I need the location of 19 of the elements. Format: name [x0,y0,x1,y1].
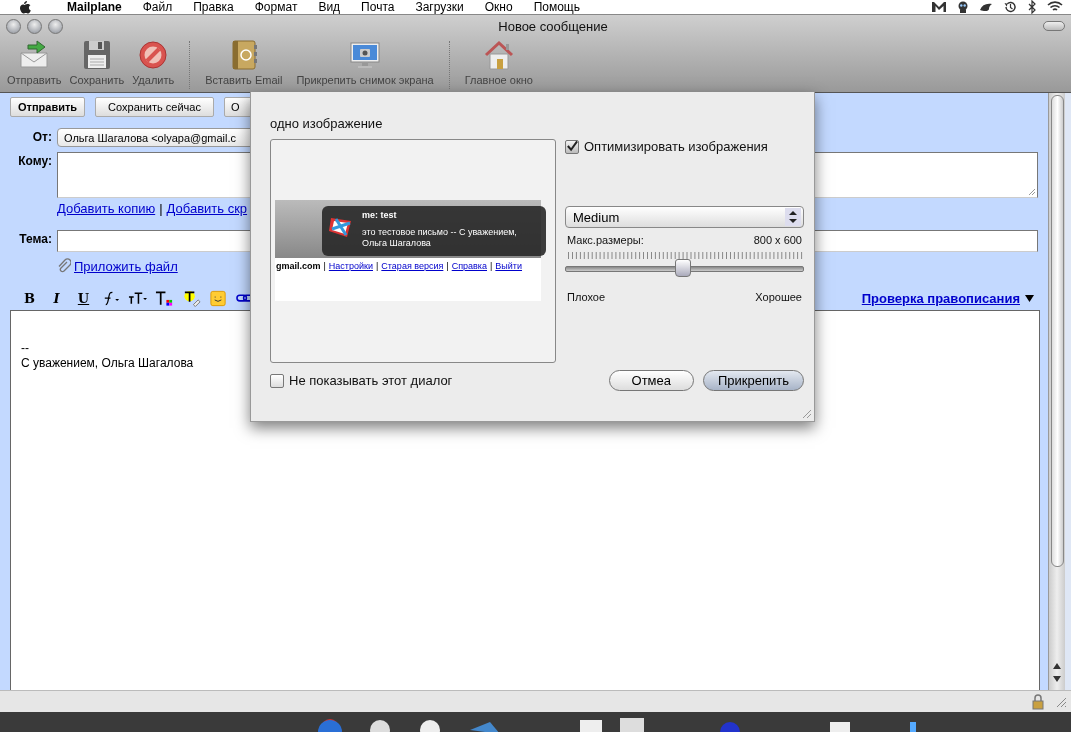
size-value: 800 x 600 [753,234,802,246]
notification-text: это тестовое письмо -- С уважением, Ольга Шагалова [362,227,518,249]
notification-title: me: test [362,210,398,221]
body-text: -- [21,341,30,356]
link-separator: | [490,261,493,271]
domain-text: gmail.com [276,261,321,271]
link-separator: | [376,261,379,271]
field-label: Кому: [17,153,52,170]
link-separator: | [446,261,449,271]
link-separator: | [323,261,326,271]
quality-label: Плохое [567,291,606,303]
field-label: От: [31,129,52,146]
dialog-title: одно изображение [270,116,384,131]
link-separator: | [159,201,163,216]
window-title: Новое сообщение [497,18,609,34]
body-text: С уважением, Ольга Шагалова [21,356,195,371]
size-label: Макс.размеры: [567,234,644,246]
quality-label: Хорошее [755,291,802,303]
field-label: Тема: [18,231,52,248]
